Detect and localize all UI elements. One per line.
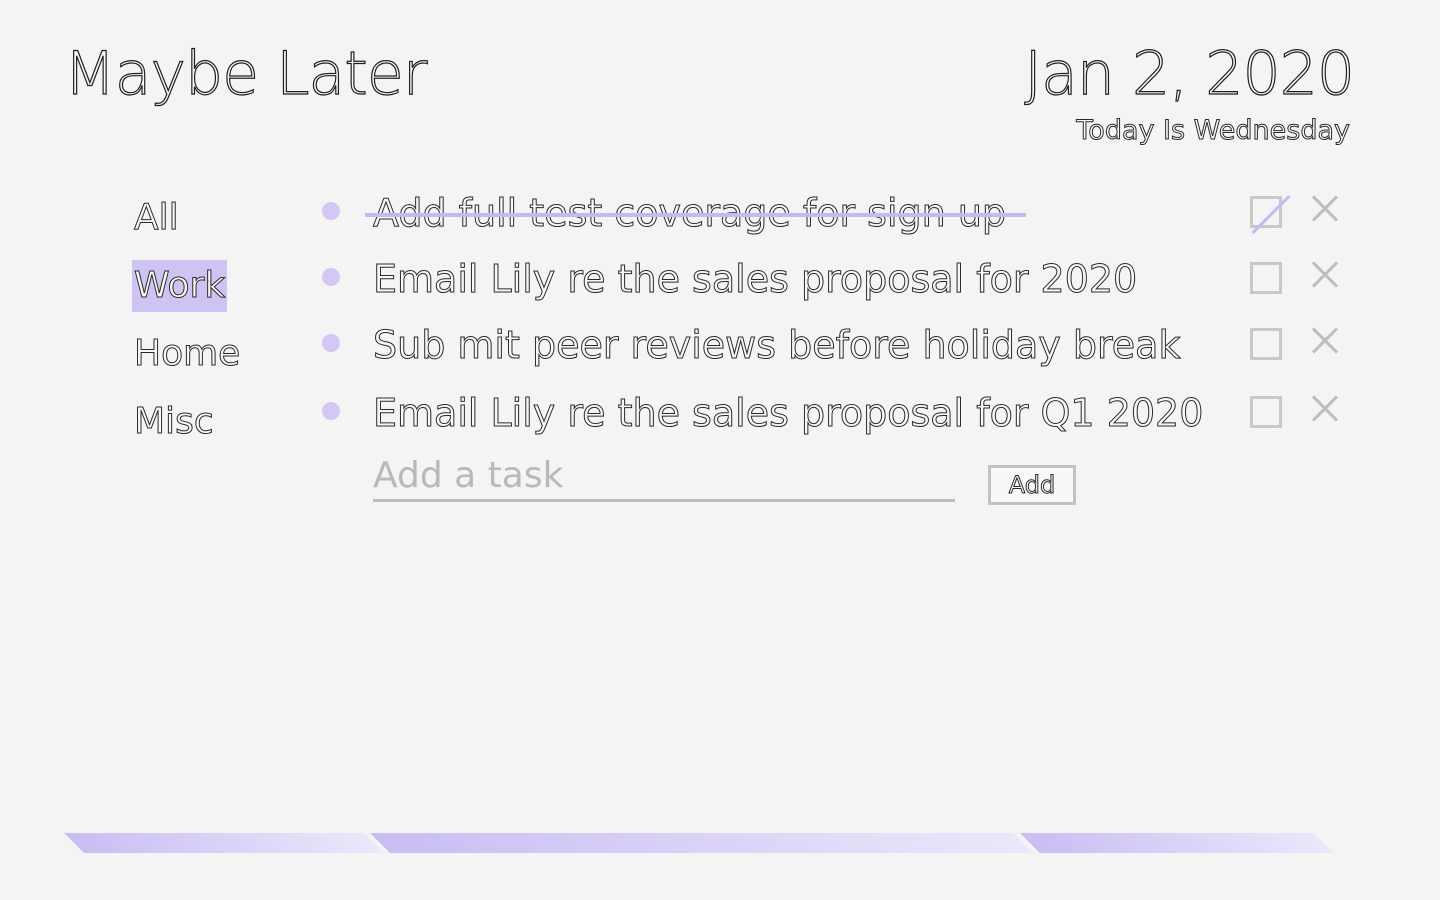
decorative-footer [0,833,1440,855]
category-all[interactable]: All [132,192,181,244]
add-task-button[interactable]: Add [988,465,1076,505]
date-block: Jan 2, 2020 Today Is Wednesday [1024,38,1356,148]
footer-stripe [370,833,1033,853]
category-misc[interactable]: Misc [132,396,216,448]
category-work[interactable]: Work [132,260,228,312]
current-date: Jan 2, 2020 [1024,38,1356,109]
checkbox-icon[interactable] [1250,195,1291,234]
dot-icon [322,334,340,352]
category-row: Work [132,260,272,328]
close-icon[interactable] [1308,392,1342,426]
task-text: Add full test coverage for sign up [364,188,1027,238]
task-list: Add full test coverage for sign up Email… [318,180,1358,446]
dot-icon [322,202,340,220]
category-row: Home [132,328,272,396]
task-text: Sub mit peer reviews before holiday brea… [372,323,1181,368]
task-text: Email Lily re the sales proposal for 202… [372,257,1138,302]
footer-stripe [1020,833,1334,853]
task-item: Add full test coverage for sign up [318,180,1358,246]
task-item: Email Lily re the sales proposal for 202… [318,246,1358,312]
task-item: Email Lily re the sales proposal for Q1 … [318,380,1358,446]
category-home[interactable]: Home [132,328,242,380]
checkbox-icon[interactable] [1250,396,1282,428]
checked-mark-icon [1251,195,1291,234]
checkbox-icon[interactable] [1250,328,1282,360]
current-day: Today Is Wednesday [1076,115,1351,147]
dot-icon [322,402,340,420]
add-task-row: Add [373,452,1076,505]
footer-stripe [64,833,384,853]
app-title: Maybe Later [63,38,428,109]
category-row: Misc [132,396,272,464]
task-text: Email Lily re the sales proposal for Q1 … [372,391,1204,436]
close-icon[interactable] [1308,192,1342,226]
close-icon[interactable] [1308,258,1342,292]
dot-icon [322,268,340,286]
checkbox-icon[interactable] [1250,262,1282,294]
category-row: All [132,192,272,260]
close-icon[interactable] [1308,324,1342,358]
todo-app: Maybe Later Jan 2, 2020 Today Is Wednesd… [0,0,1440,900]
add-task-input[interactable] [373,452,955,502]
task-item: Sub mit peer reviews before holiday brea… [318,312,1358,378]
category-sidebar: All Work Home Misc [132,192,272,464]
